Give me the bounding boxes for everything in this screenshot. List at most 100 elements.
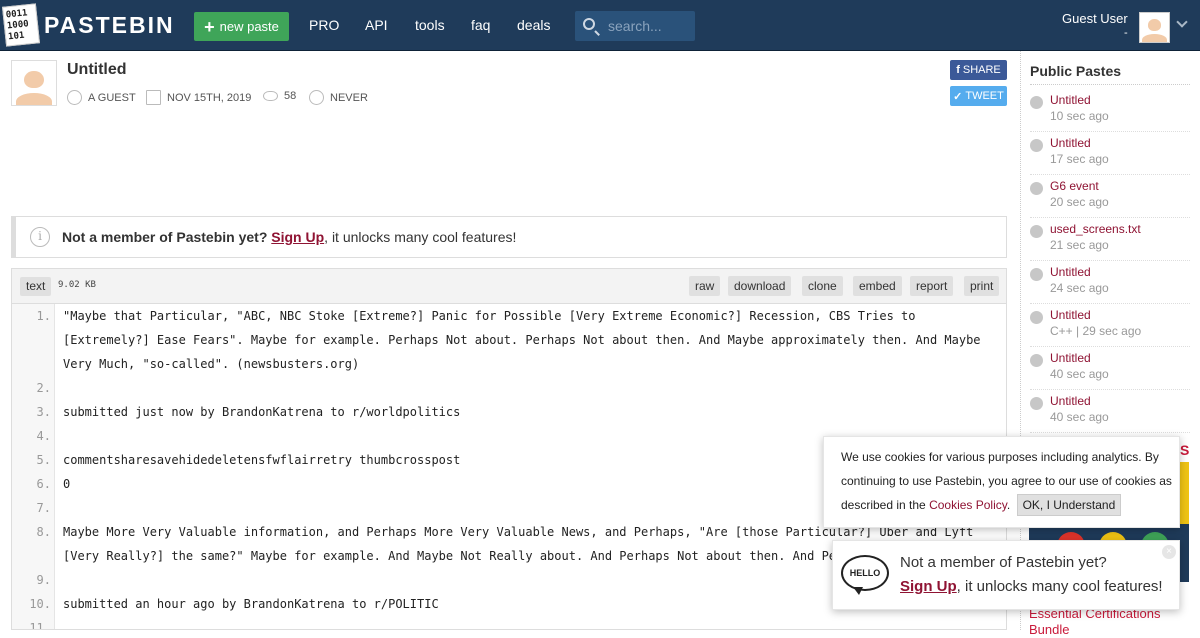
code-line: 1. "Maybe that Particular, "ABC, NBC Stok… [12, 304, 1006, 376]
cookie-ok-button[interactable]: OK, I Understand [1016, 494, 1122, 516]
public-paste-item[interactable]: used_screens.txt 21 sec ago [1030, 218, 1190, 261]
cookie-period: . [1006, 498, 1011, 512]
public-paste-time: 21 sec ago [1050, 238, 1109, 252]
paste-expires-label: NEVER [330, 91, 368, 104]
public-paste-time: 40 sec ago [1050, 367, 1109, 381]
line-number: 6. [12, 472, 55, 496]
paste-author: A GUEST [67, 90, 136, 105]
print-button[interactable]: print [964, 276, 1000, 296]
signup-notice: i Not a member of Pastebin yet? Sign Up,… [11, 216, 1007, 258]
globe-icon [1030, 354, 1043, 367]
share-label: SHARE [962, 64, 1001, 76]
avatar-body [1142, 33, 1167, 42]
line-content [55, 376, 999, 400]
public-paste-name[interactable]: Untitled [1050, 136, 1091, 150]
line-number: 1. [12, 304, 55, 376]
paste-date: NOV 15TH, 2019 [146, 90, 251, 105]
public-paste-name[interactable]: used_screens.txt [1050, 222, 1141, 236]
language-badge[interactable]: text [20, 277, 52, 296]
clone-button[interactable]: clone [802, 276, 843, 296]
timer-icon [309, 90, 324, 105]
logo-icon: 0011 1000 101 [2, 3, 40, 47]
nav-api[interactable]: API [365, 17, 388, 33]
code-line: 3. submitted just now by BrandonKatrena t… [12, 400, 1006, 424]
twitter-icon: ✓ [953, 90, 963, 103]
public-paste-time: 10 sec ago [1050, 109, 1109, 123]
logo-bits-3: 101 [7, 30, 25, 43]
logo-text: PASTEBIN [44, 11, 175, 38]
signup-popup: HELLO Not a member of Pastebin yet? Sign… [832, 540, 1180, 610]
globe-icon [1030, 139, 1043, 152]
public-paste-time: 24 sec ago [1050, 281, 1109, 295]
public-paste-name[interactable]: Untitled [1050, 265, 1091, 279]
new-paste-label: new paste [219, 19, 279, 34]
public-paste-name[interactable]: Untitled [1050, 93, 1091, 107]
search-icon[interactable] [583, 18, 595, 30]
public-paste-item[interactable]: Untitled 24 sec ago [1030, 261, 1190, 304]
nav-pro[interactable]: PRO [309, 17, 339, 33]
public-paste-item[interactable]: Untitled C++ | 29 sec ago [1030, 304, 1190, 347]
user-name[interactable]: Guest User [1062, 11, 1128, 26]
new-paste-button[interactable]: + new paste [194, 12, 289, 41]
nav-deals[interactable]: deals [517, 17, 550, 33]
close-icon[interactable]: × [1162, 545, 1176, 559]
user-sub: - [1124, 27, 1128, 39]
facebook-icon: f [956, 64, 960, 76]
nav-faq[interactable]: faq [471, 17, 490, 33]
avatar-body [15, 92, 53, 105]
public-paste-time: C++ | 29 sec ago [1050, 324, 1142, 338]
nav-tools[interactable]: tools [415, 17, 445, 33]
paste-views-label: 58 [284, 90, 297, 102]
line-number: 11. [12, 616, 55, 629]
chevron-down-icon[interactable] [1176, 16, 1188, 28]
notice-rest: , it unlocks many cool features! [324, 229, 517, 245]
ad-title[interactable]: Essential Certifications Bundle [1029, 606, 1189, 638]
public-paste-name[interactable]: Untitled [1050, 308, 1091, 322]
public-paste-item[interactable]: G6 event 20 sec ago [1030, 175, 1190, 218]
globe-icon [1030, 96, 1043, 109]
paste-size: 9.02 KB [58, 280, 96, 290]
public-paste-item[interactable]: Untitled 17 sec ago [1030, 132, 1190, 175]
embed-button[interactable]: embed [853, 276, 902, 296]
sidebar-divider [1030, 84, 1190, 85]
search-box [575, 11, 695, 41]
ad-title-fragment: S [1180, 442, 1190, 458]
public-paste-item[interactable]: Untitled 40 sec ago [1030, 390, 1190, 433]
user-icon [67, 90, 82, 105]
download-button[interactable]: download [728, 276, 792, 296]
raw-button[interactable]: raw [689, 276, 721, 296]
eye-icon [263, 91, 278, 101]
public-paste-time: 40 sec ago [1050, 410, 1109, 424]
globe-icon [1030, 311, 1043, 324]
code-line: 2. [12, 376, 1006, 400]
facebook-share-button[interactable]: f SHARE [950, 60, 1007, 80]
info-icon: i [30, 227, 50, 247]
paste-title: Untitled [67, 61, 127, 78]
hello-line: Sign Up, it unlocks many cool features! [900, 578, 1163, 595]
hello-question: Not a member of Pastebin yet? [900, 554, 1107, 571]
paste-expires: NEVER [309, 90, 368, 105]
public-paste-item[interactable]: Untitled 10 sec ago [1030, 89, 1190, 132]
hello-signup-link[interactable]: Sign Up [900, 578, 957, 595]
line-number: 2. [12, 376, 55, 400]
search-input[interactable] [608, 17, 690, 35]
public-paste-item[interactable]: Untitled 40 sec ago [1030, 347, 1190, 390]
public-paste-name[interactable]: Untitled [1050, 351, 1091, 365]
pastebin-logo[interactable]: 0011 1000 101 PASTEBIN [2, 3, 175, 47]
globe-icon [1030, 182, 1043, 195]
tweet-label: TWEET [965, 90, 1004, 102]
public-paste-time: 20 sec ago [1050, 195, 1109, 209]
public-paste-name[interactable]: Untitled [1050, 394, 1091, 408]
line-number: 8. [12, 520, 55, 568]
cookie-policy-link[interactable]: Cookies Policy [929, 498, 1007, 512]
signup-link[interactable]: Sign Up [271, 229, 324, 245]
user-avatar[interactable] [1139, 12, 1170, 43]
top-header: 0011 1000 101 PASTEBIN + new paste PRO A… [0, 0, 1200, 51]
hello-rest: , it unlocks many cool features! [956, 578, 1163, 595]
report-button[interactable]: report [910, 276, 954, 296]
paste-author-avatar [11, 60, 57, 106]
public-paste-name[interactable]: G6 event [1050, 179, 1099, 193]
twitter-tweet-button[interactable]: ✓ TWEET [950, 86, 1007, 106]
globe-icon [1030, 225, 1043, 238]
plus-icon: + [204, 16, 215, 37]
